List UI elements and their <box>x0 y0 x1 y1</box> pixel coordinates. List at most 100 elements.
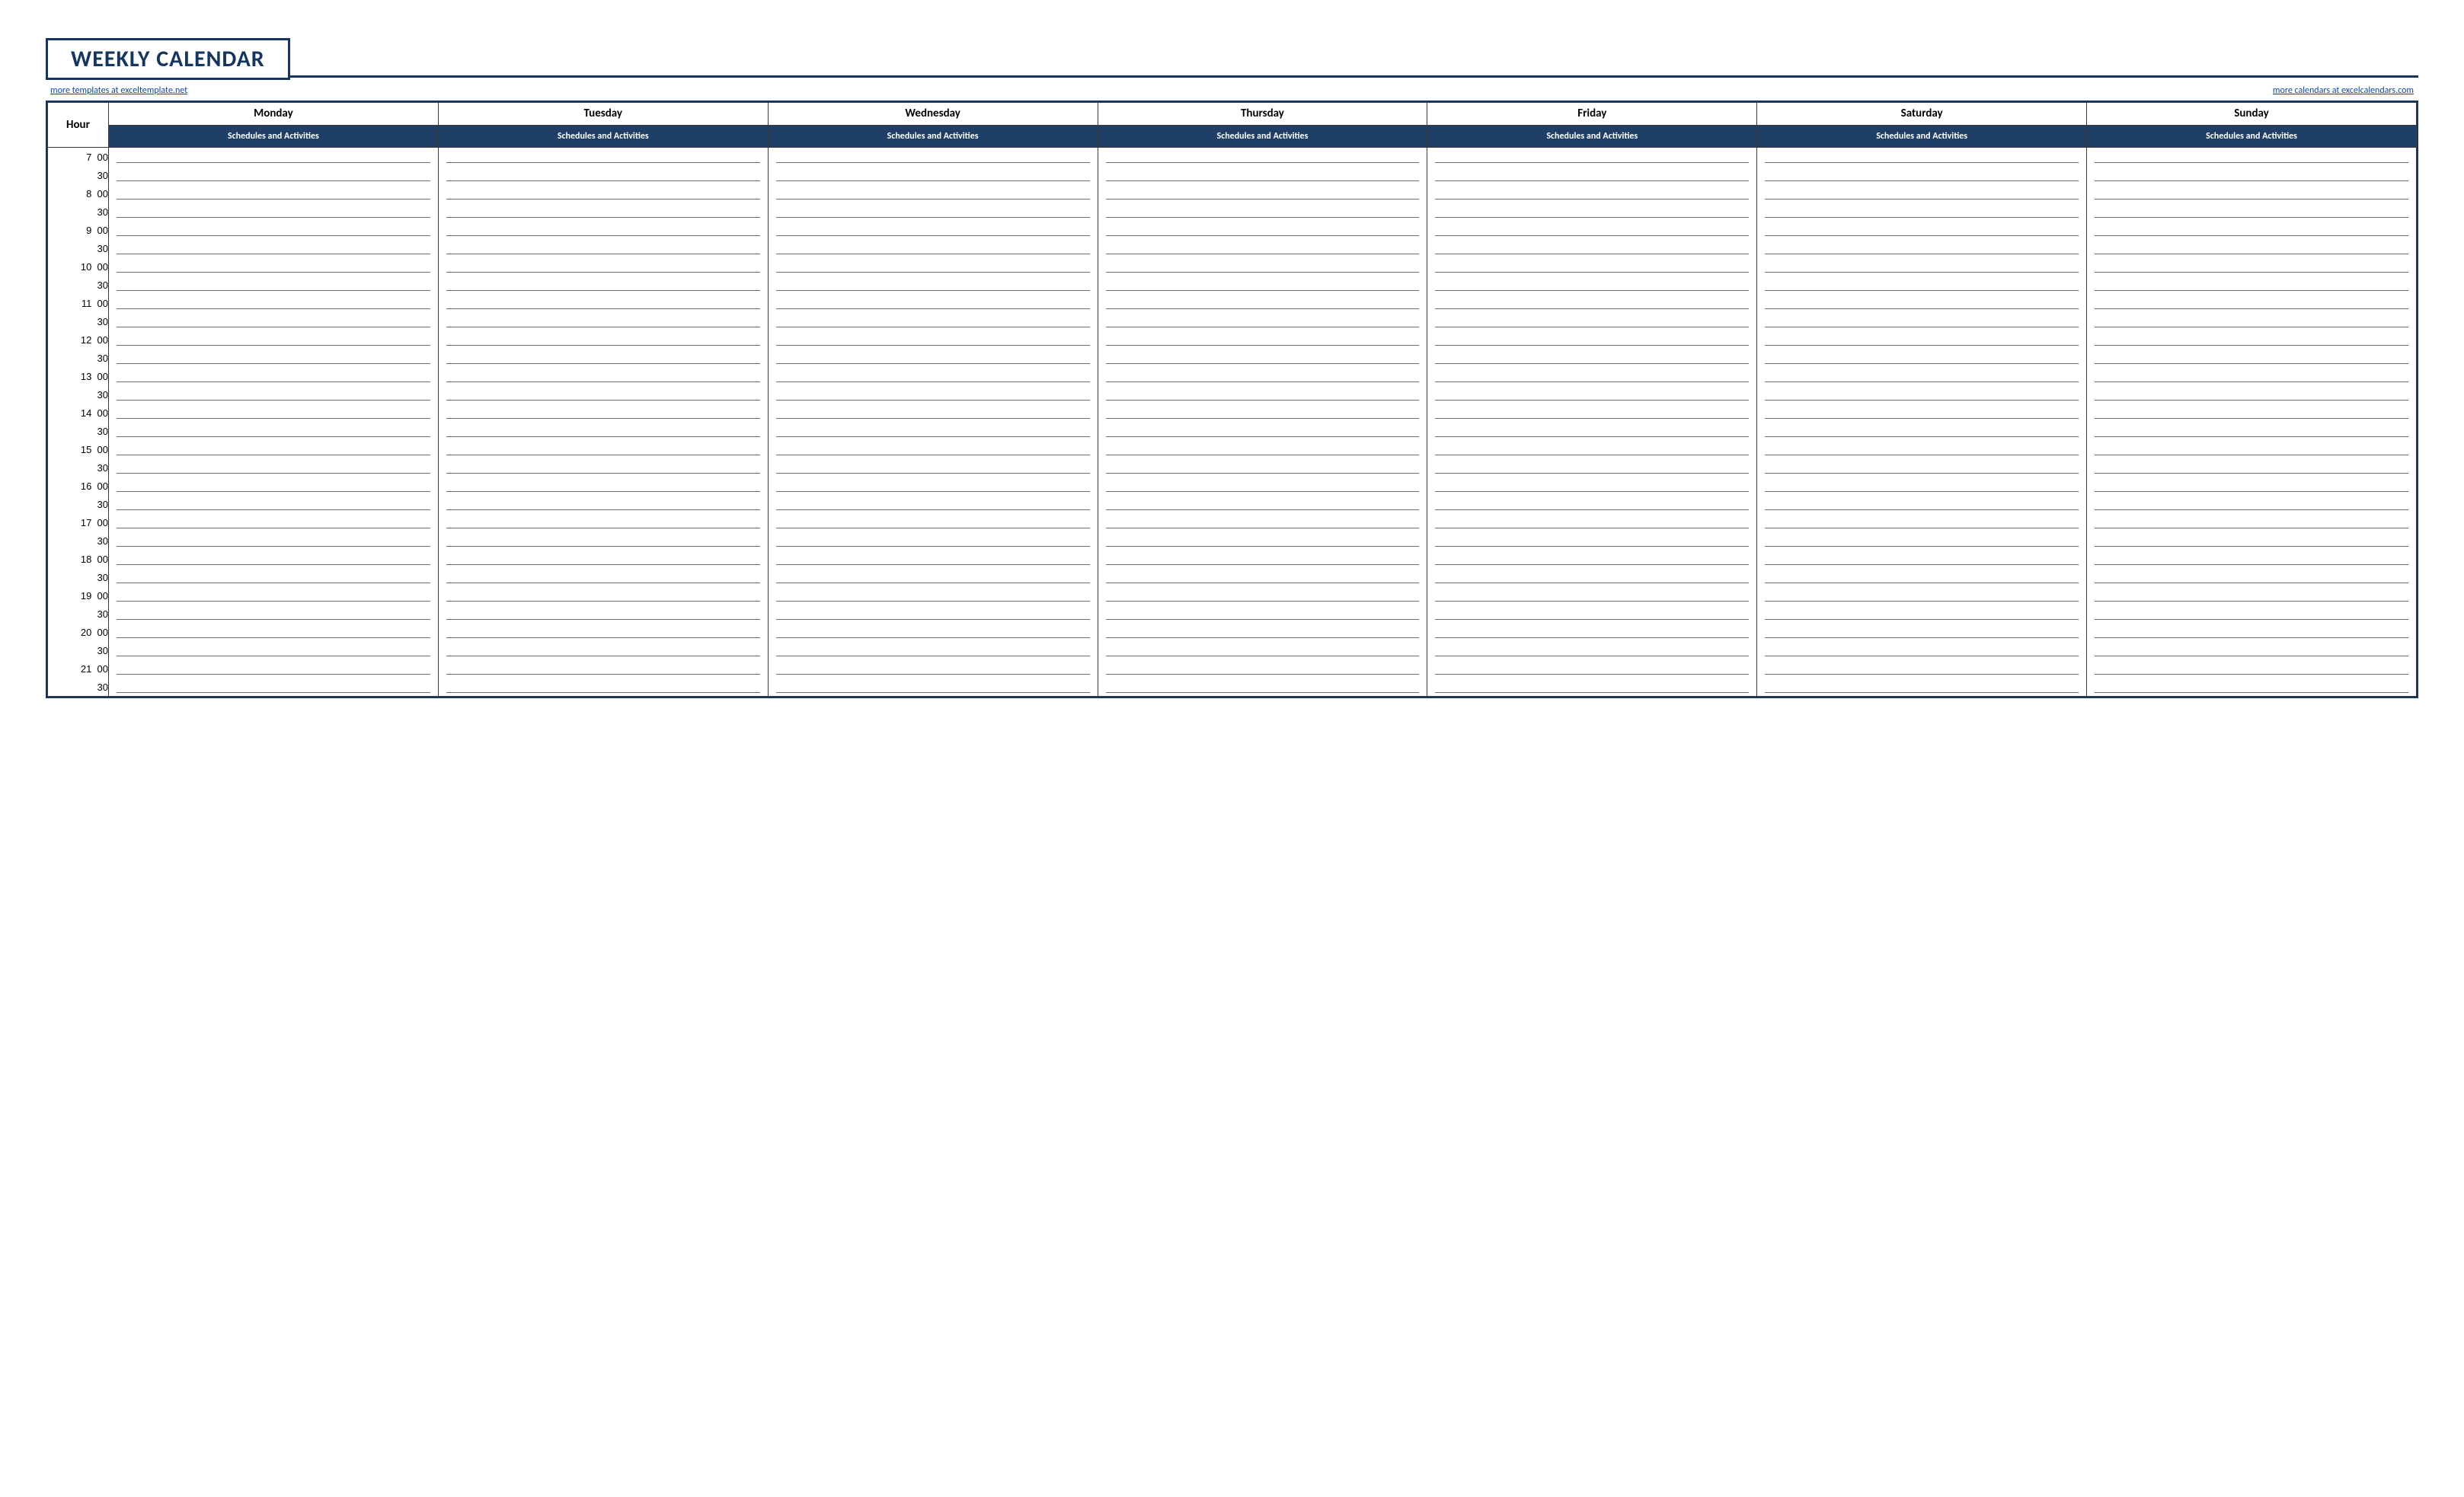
slot-cell[interactable] <box>438 257 768 276</box>
slot-cell[interactable] <box>1098 550 1427 568</box>
slot-cell[interactable] <box>768 148 1098 167</box>
slot-cell[interactable] <box>768 257 1098 276</box>
slot-cell[interactable] <box>1098 330 1427 349</box>
slot-cell[interactable] <box>109 367 439 385</box>
slot-cell[interactable] <box>2087 495 2417 513</box>
slot-cell[interactable] <box>1098 294 1427 312</box>
slot-cell[interactable] <box>1098 586 1427 605</box>
slot-cell[interactable] <box>1757 458 2087 477</box>
slot-cell[interactable] <box>1757 641 2087 659</box>
slot-cell[interactable] <box>109 404 439 422</box>
slot-cell[interactable] <box>768 495 1098 513</box>
slot-cell[interactable] <box>1427 422 1757 440</box>
slot-cell[interactable] <box>438 203 768 221</box>
slot-cell[interactable] <box>2087 294 2417 312</box>
slot-cell[interactable] <box>768 312 1098 330</box>
slot-cell[interactable] <box>768 623 1098 641</box>
slot-cell[interactable] <box>1427 257 1757 276</box>
slot-cell[interactable] <box>1757 367 2087 385</box>
slot-cell[interactable] <box>438 385 768 404</box>
slot-cell[interactable] <box>1427 203 1757 221</box>
slot-cell[interactable] <box>1757 605 2087 623</box>
slot-cell[interactable] <box>109 276 439 294</box>
slot-cell[interactable] <box>2087 586 2417 605</box>
slot-cell[interactable] <box>1098 257 1427 276</box>
slot-cell[interactable] <box>2087 404 2417 422</box>
slot-cell[interactable] <box>768 440 1098 458</box>
slot-cell[interactable] <box>2087 477 2417 495</box>
slot-cell[interactable] <box>109 148 439 167</box>
slot-cell[interactable] <box>1757 385 2087 404</box>
slot-cell[interactable] <box>1098 440 1427 458</box>
slot-cell[interactable] <box>438 568 768 586</box>
slot-cell[interactable] <box>1098 623 1427 641</box>
slot-cell[interactable] <box>1757 257 2087 276</box>
slot-cell[interactable] <box>768 276 1098 294</box>
slot-cell[interactable] <box>2087 221 2417 239</box>
slot-cell[interactable] <box>768 239 1098 257</box>
slot-cell[interactable] <box>109 568 439 586</box>
slot-cell[interactable] <box>1098 605 1427 623</box>
slot-cell[interactable] <box>109 641 439 659</box>
slot-cell[interactable] <box>1427 440 1757 458</box>
slot-cell[interactable] <box>1427 312 1757 330</box>
slot-cell[interactable] <box>768 550 1098 568</box>
slot-cell[interactable] <box>1757 495 2087 513</box>
slot-cell[interactable] <box>438 495 768 513</box>
slot-cell[interactable] <box>438 531 768 550</box>
slot-cell[interactable] <box>1098 458 1427 477</box>
slot-cell[interactable] <box>438 404 768 422</box>
slot-cell[interactable] <box>109 330 439 349</box>
slot-cell[interactable] <box>1098 531 1427 550</box>
slot-cell[interactable] <box>438 330 768 349</box>
slot-cell[interactable] <box>1427 385 1757 404</box>
slot-cell[interactable] <box>1757 568 2087 586</box>
slot-cell[interactable] <box>1427 239 1757 257</box>
slot-cell[interactable] <box>768 349 1098 367</box>
slot-cell[interactable] <box>1757 184 2087 203</box>
slot-cell[interactable] <box>438 678 768 697</box>
slot-cell[interactable] <box>2087 513 2417 531</box>
slot-cell[interactable] <box>438 184 768 203</box>
slot-cell[interactable] <box>1757 404 2087 422</box>
slot-cell[interactable] <box>109 678 439 697</box>
slot-cell[interactable] <box>1427 276 1757 294</box>
slot-cell[interactable] <box>438 349 768 367</box>
slot-cell[interactable] <box>109 550 439 568</box>
slot-cell[interactable] <box>768 330 1098 349</box>
slot-cell[interactable] <box>768 367 1098 385</box>
slot-cell[interactable] <box>1757 148 2087 167</box>
link-templates[interactable]: more templates at exceltemplate.net <box>50 85 187 96</box>
slot-cell[interactable] <box>768 221 1098 239</box>
slot-cell[interactable] <box>438 312 768 330</box>
slot-cell[interactable] <box>2087 422 2417 440</box>
slot-cell[interactable] <box>1098 239 1427 257</box>
slot-cell[interactable] <box>438 148 768 167</box>
slot-cell[interactable] <box>1757 477 2087 495</box>
slot-cell[interactable] <box>1098 385 1427 404</box>
slot-cell[interactable] <box>2087 659 2417 678</box>
slot-cell[interactable] <box>1427 568 1757 586</box>
slot-cell[interactable] <box>768 641 1098 659</box>
slot-cell[interactable] <box>1098 276 1427 294</box>
slot-cell[interactable] <box>768 294 1098 312</box>
slot-cell[interactable] <box>438 239 768 257</box>
slot-cell[interactable] <box>109 294 439 312</box>
slot-cell[interactable] <box>438 422 768 440</box>
slot-cell[interactable] <box>2087 257 2417 276</box>
slot-cell[interactable] <box>2087 385 2417 404</box>
slot-cell[interactable] <box>2087 349 2417 367</box>
slot-cell[interactable] <box>438 550 768 568</box>
slot-cell[interactable] <box>768 678 1098 697</box>
slot-cell[interactable] <box>1757 586 2087 605</box>
slot-cell[interactable] <box>2087 678 2417 697</box>
slot-cell[interactable] <box>1098 495 1427 513</box>
slot-cell[interactable] <box>1098 513 1427 531</box>
slot-cell[interactable] <box>1757 203 2087 221</box>
slot-cell[interactable] <box>768 203 1098 221</box>
slot-cell[interactable] <box>109 203 439 221</box>
slot-cell[interactable] <box>1757 659 2087 678</box>
slot-cell[interactable] <box>1098 349 1427 367</box>
slot-cell[interactable] <box>1757 349 2087 367</box>
slot-cell[interactable] <box>1427 641 1757 659</box>
